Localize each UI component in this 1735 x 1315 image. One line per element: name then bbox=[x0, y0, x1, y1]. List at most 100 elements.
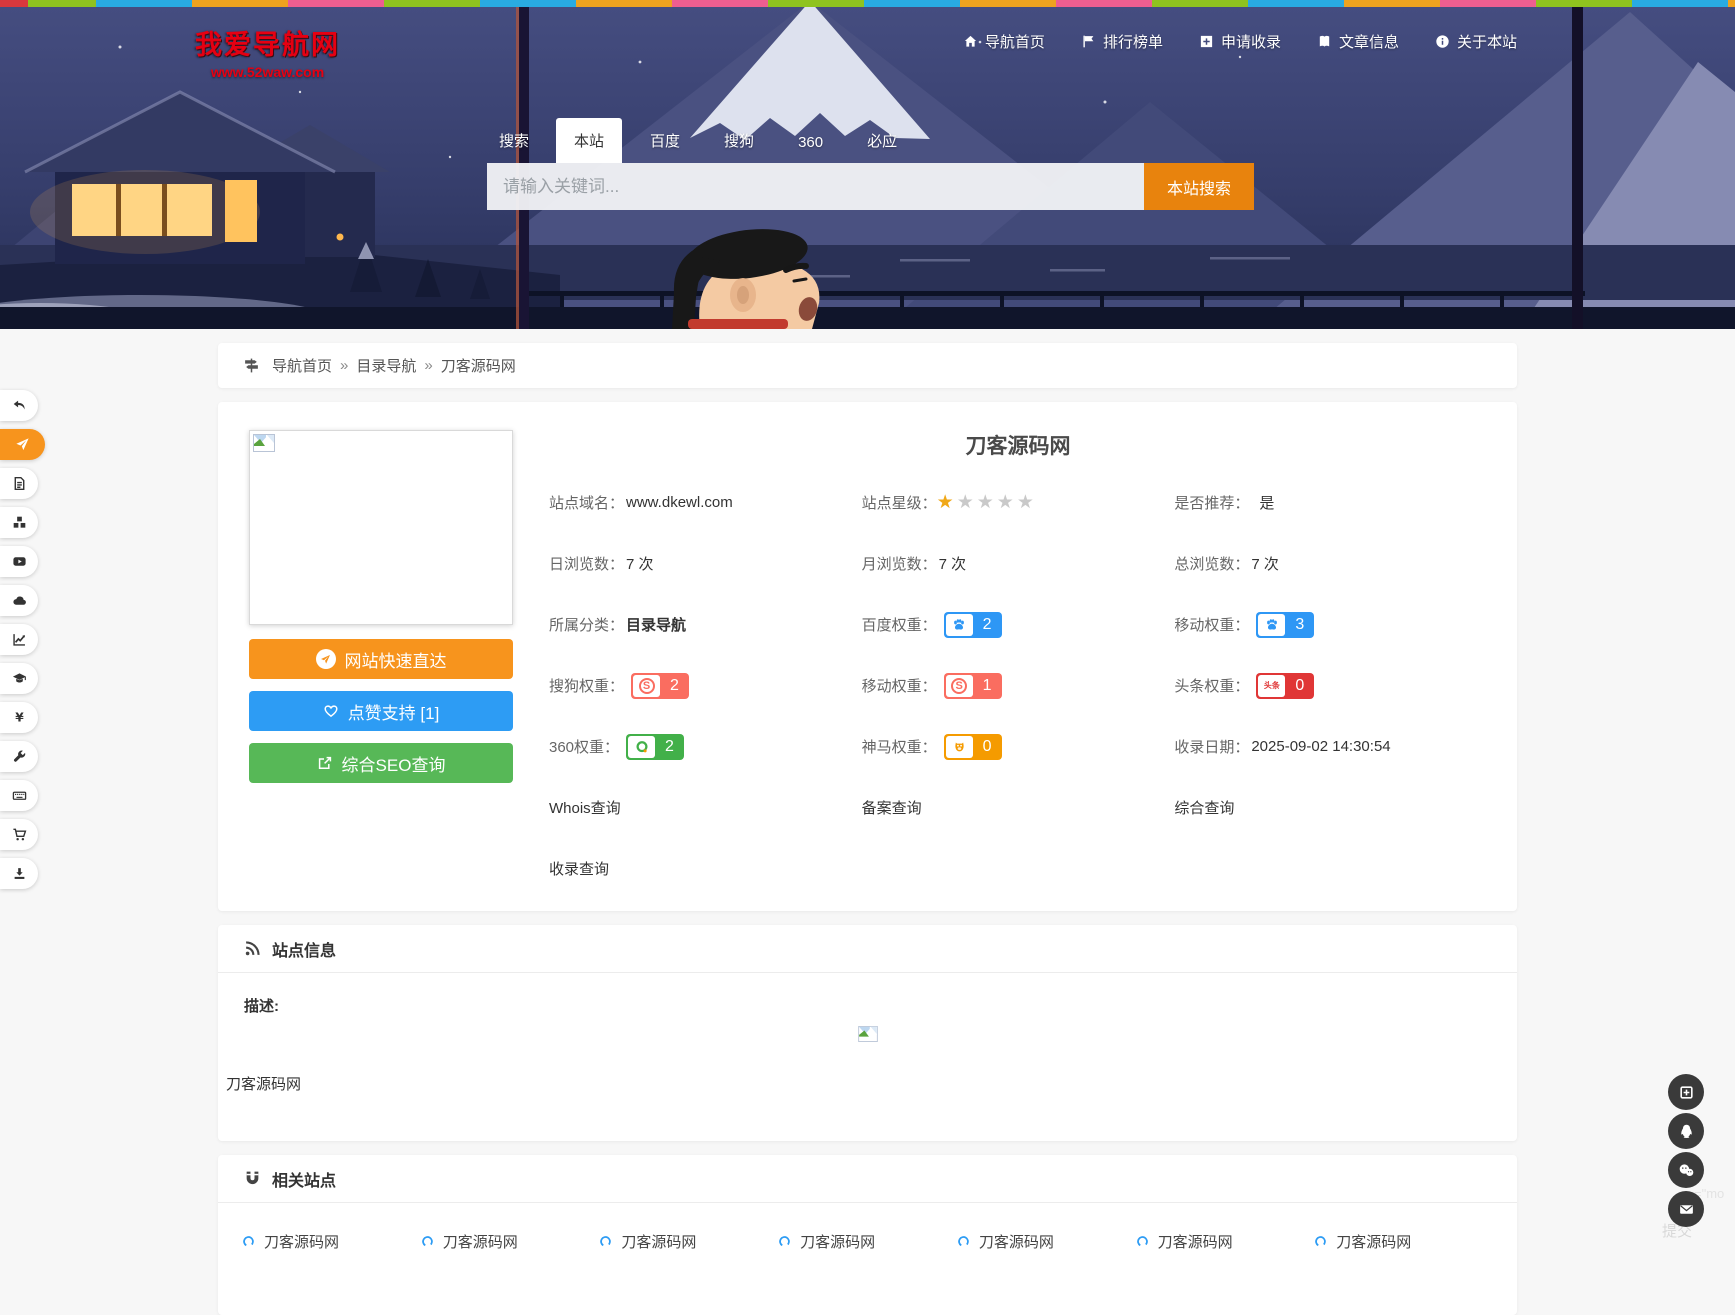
related-site-item[interactable]: 刀客源码网 bbox=[421, 1231, 600, 1252]
rail-video-button[interactable] bbox=[0, 546, 38, 577]
rail-navigation-button[interactable] bbox=[0, 429, 45, 460]
like-support-button[interactable]: 点赞支持 [1] bbox=[249, 691, 513, 731]
related-site-item[interactable]: 刀客源码网 bbox=[957, 1231, 1136, 1252]
search-input[interactable] bbox=[487, 163, 1144, 210]
field-star-rating: 站点星级： ★★★★★ bbox=[862, 472, 1175, 533]
breadcrumb-home[interactable]: 导航首页 bbox=[272, 355, 332, 376]
nav-item-home[interactable]: 导航首页 bbox=[963, 31, 1045, 52]
search-tab-baidu[interactable]: 百度 bbox=[650, 118, 680, 163]
beian-query-link[interactable]: 备案查询 bbox=[862, 797, 922, 818]
rail-tools-button[interactable] bbox=[0, 741, 38, 772]
related-site-label: 刀客源码网 bbox=[264, 1231, 339, 1252]
section-title: 站点信息 bbox=[272, 937, 336, 961]
star-filled: ★ bbox=[937, 492, 957, 513]
broken-image-icon bbox=[253, 434, 275, 452]
float-email-button[interactable] bbox=[1668, 1191, 1704, 1227]
description-label: 描述: bbox=[244, 995, 1517, 1016]
site-favicon-icon bbox=[1136, 1235, 1149, 1248]
search-tab-360[interactable]: 360 bbox=[798, 122, 823, 163]
search-button[interactable]: 本站搜索 bbox=[1144, 163, 1254, 210]
rail-cubes-button[interactable] bbox=[0, 507, 38, 538]
field-label: 移动权重： bbox=[1174, 614, 1249, 635]
related-site-item[interactable]: 刀客源码网 bbox=[599, 1231, 778, 1252]
site-title: 刀客源码网 bbox=[549, 430, 1487, 460]
visit-site-button[interactable]: 网站快速直达 bbox=[249, 639, 513, 679]
search-bar: 本站搜索 bbox=[487, 163, 1254, 210]
site-thumbnail[interactable] bbox=[249, 430, 513, 625]
rail-shop-button[interactable] bbox=[0, 819, 38, 850]
rail-download-button[interactable] bbox=[0, 858, 38, 889]
related-sites-section: 相关站点 刀客源码网 刀客源码网 刀客源码网 刀客源码网 刀客源码网 bbox=[218, 1155, 1517, 1315]
related-sites-header: 相关站点 bbox=[218, 1155, 1517, 1203]
breadcrumb-separator: » bbox=[340, 357, 348, 374]
field-total-views: 总浏览数： 7 次 bbox=[1174, 533, 1487, 594]
category-value[interactable]: 目录导航 bbox=[626, 614, 686, 635]
field-label: 总浏览数： bbox=[1174, 553, 1249, 574]
daily-views-value: 7 次 bbox=[626, 553, 654, 574]
visit-site-label: 网站快速直达 bbox=[345, 647, 447, 672]
baidu-mobile-weight-badge[interactable]: 3 bbox=[1256, 612, 1314, 638]
section-title: 相关站点 bbox=[272, 1167, 336, 1191]
field-toutiao-weight: 头条权重： 头条 0 bbox=[1174, 655, 1487, 716]
back-icon bbox=[12, 398, 27, 413]
rail-back-button[interactable] bbox=[0, 390, 38, 421]
whois-query-link[interactable]: Whois查询 bbox=[549, 797, 621, 818]
toutiao-weight-badge[interactable]: 头条 0 bbox=[1256, 673, 1314, 699]
field-whois-query: Whois查询 bbox=[549, 777, 862, 838]
rail-stats-button[interactable] bbox=[0, 624, 38, 655]
description-broken-image bbox=[218, 1026, 1517, 1047]
search-tab-local[interactable]: 本站 bbox=[556, 118, 622, 163]
nav-item-about[interactable]: 关于本站 bbox=[1435, 31, 1517, 52]
site-logo[interactable]: 我爱导航网 www.52waw.com bbox=[180, 23, 355, 80]
baidu-weight-badge[interactable]: 2 bbox=[944, 612, 1002, 638]
field-label: 搜狗权重： bbox=[549, 675, 624, 696]
cloud-icon bbox=[12, 593, 27, 608]
logo-title: 我爱导航网 bbox=[180, 23, 355, 62]
nav-item-articles[interactable]: 文章信息 bbox=[1317, 31, 1399, 52]
baidu-paw-icon bbox=[1258, 614, 1285, 636]
rail-document-button[interactable] bbox=[0, 468, 38, 499]
search-tab-bing[interactable]: 必应 bbox=[867, 118, 897, 163]
field-label: 360权重： bbox=[549, 736, 619, 757]
so360-weight-badge[interactable]: 2 bbox=[626, 734, 684, 760]
sogou-weight-value: 2 bbox=[660, 677, 689, 695]
shoulu-query-link[interactable]: 收录查询 bbox=[549, 858, 609, 879]
rail-cloud-button[interactable] bbox=[0, 585, 38, 616]
search-tab-sogou[interactable]: 搜狗 bbox=[724, 118, 754, 163]
nav-item-rankings[interactable]: 排行榜单 bbox=[1081, 31, 1163, 52]
rail-keyboard-button[interactable] bbox=[0, 780, 38, 811]
related-site-item[interactable]: 刀客源码网 bbox=[1314, 1231, 1493, 1252]
envelope-icon bbox=[1678, 1201, 1695, 1218]
float-qq-button[interactable] bbox=[1668, 1113, 1704, 1149]
sogou-weight-badge[interactable]: S 2 bbox=[631, 673, 689, 699]
breadcrumb: 导航首页 » 目录导航 » 刀客源码网 bbox=[218, 343, 1517, 388]
document-icon bbox=[12, 476, 27, 491]
nav-item-submit-site[interactable]: 申请收录 bbox=[1199, 31, 1281, 52]
paper-plane-circle-icon bbox=[316, 649, 336, 669]
related-site-item[interactable]: 刀客源码网 bbox=[242, 1231, 421, 1252]
rail-education-button[interactable] bbox=[0, 663, 38, 694]
seo-query-button[interactable]: 综合SEO查询 bbox=[249, 743, 513, 783]
related-site-item[interactable]: 刀客源码网 bbox=[1136, 1231, 1315, 1252]
field-label: 所属分类： bbox=[549, 614, 624, 635]
qq-icon bbox=[1678, 1123, 1695, 1140]
field-label: 头条权重： bbox=[1174, 675, 1249, 696]
related-site-item[interactable]: 刀客源码网 bbox=[778, 1231, 957, 1252]
star-empty: ★★★★ bbox=[957, 492, 1037, 513]
float-wechat-button[interactable] bbox=[1668, 1152, 1704, 1188]
site-info-area: 刀客源码网 站点域名： www.dkewl.com 站点星级： ★★★★★ 是否… bbox=[549, 430, 1487, 899]
field-daily-views: 日浏览数： 7 次 bbox=[549, 533, 862, 594]
breadcrumb-category[interactable]: 目录导航 bbox=[356, 355, 416, 376]
sogou-mobile-weight-badge[interactable]: S 1 bbox=[944, 673, 1002, 699]
float-add-button[interactable] bbox=[1668, 1074, 1704, 1110]
sogou-mobile-weight-value: 1 bbox=[973, 677, 1002, 695]
zonghe-query-link[interactable]: 综合查询 bbox=[1174, 797, 1234, 818]
shenma-owl-icon bbox=[946, 736, 973, 758]
shenma-weight-badge[interactable]: 0 bbox=[944, 734, 1002, 760]
shenma-weight-value: 0 bbox=[973, 738, 1002, 756]
magnet-icon bbox=[244, 1170, 261, 1187]
field-shenma-weight: 神马权重： 0 bbox=[862, 716, 1175, 777]
site-info-grid: 站点域名： www.dkewl.com 站点星级： ★★★★★ 是否推荐： 是 … bbox=[549, 472, 1487, 899]
rail-finance-button[interactable]: ¥ bbox=[0, 702, 38, 733]
home-icon bbox=[963, 34, 978, 49]
